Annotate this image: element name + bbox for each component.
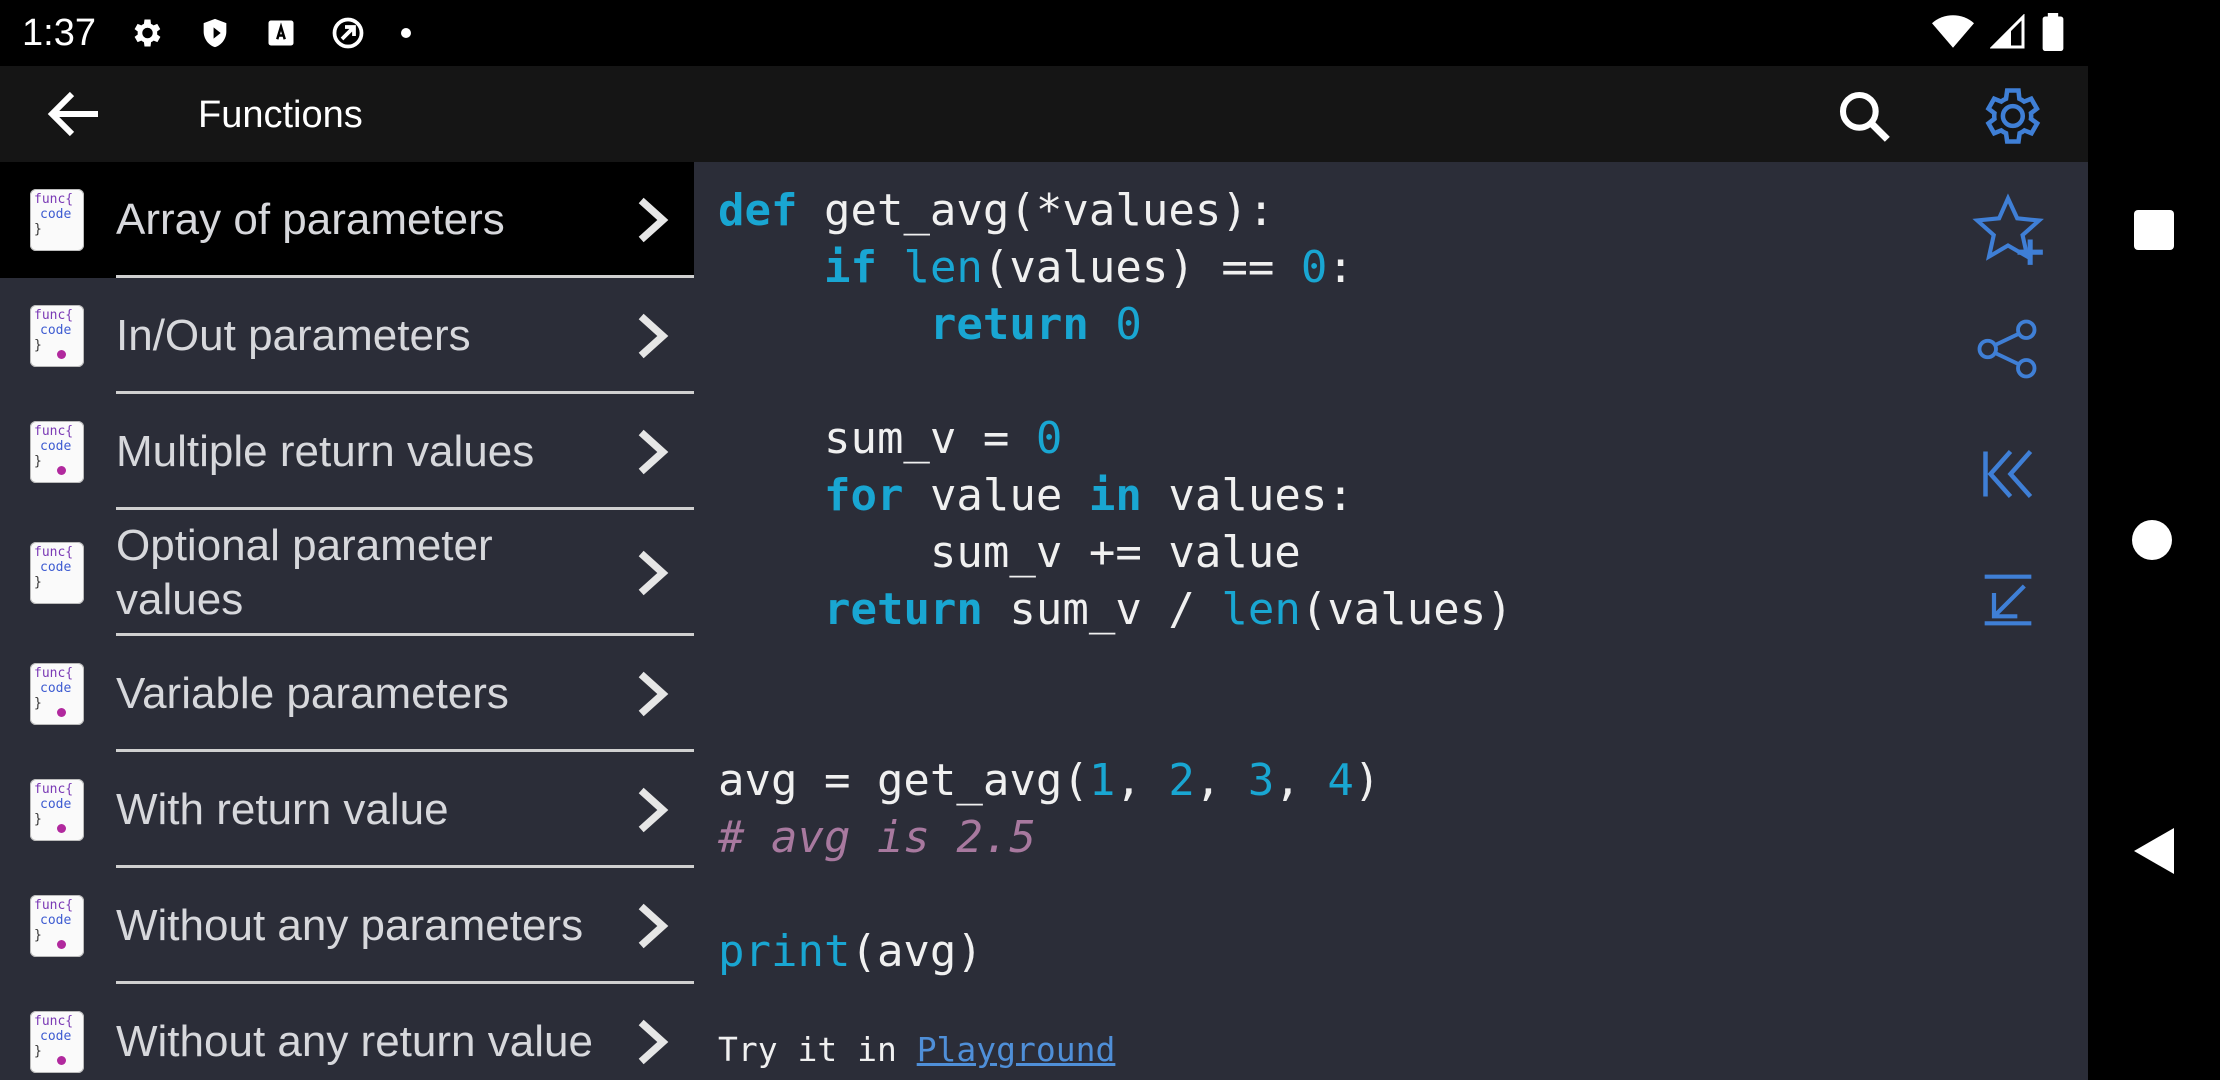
list-item-label: Without any return value — [116, 1017, 593, 1066]
app-bar: Functions — [0, 66, 2088, 162]
skip-to-start-icon[interactable] — [1978, 444, 2038, 504]
code-thumbnail-icon: func{ code } — [30, 779, 84, 841]
share-icon[interactable] — [1974, 316, 2040, 382]
recents-square-icon[interactable] — [2132, 208, 2176, 252]
list-item-label: In/Out parameters — [116, 311, 471, 360]
chevron-right-icon — [638, 787, 669, 833]
signal-icon — [1990, 14, 2025, 49]
system-navigation-bar — [2088, 0, 2220, 1080]
list-item-label: Array of parameters — [116, 195, 505, 244]
code-thumbnail-icon: func{ code } — [30, 895, 84, 957]
chevron-right-icon — [638, 671, 669, 717]
try-it-text: Try it in Playground — [718, 1030, 1116, 1069]
chevron-right-icon — [638, 197, 669, 243]
back-arrow-icon[interactable] — [46, 90, 102, 138]
topic-list: func{ code } Array of parameters func{ c… — [0, 162, 694, 1080]
list-item-label: Variable parameters — [116, 669, 509, 718]
add-favorite-star-icon[interactable] — [1970, 192, 2046, 268]
arrow-down-left-icon[interactable] — [1980, 572, 2036, 628]
chevron-right-icon — [638, 903, 669, 949]
list-item-label: With return value — [116, 785, 449, 834]
shield-status-icon — [203, 18, 227, 48]
code-thumbnail-icon: func{ code } — [30, 1011, 84, 1073]
home-circle-icon[interactable] — [2130, 518, 2174, 562]
list-item-without-any-return-value[interactable]: func{ code } Without any return value — [0, 984, 694, 1080]
list-item-label: Without any parameters — [116, 901, 584, 950]
search-icon[interactable] — [1836, 88, 1892, 144]
list-item-array-of-parameters[interactable]: func{ code } Array of parameters — [0, 162, 694, 278]
code-thumbnail-icon: func{ code } — [30, 189, 84, 251]
back-triangle-icon[interactable] — [2132, 826, 2176, 876]
chevron-right-icon — [638, 1019, 669, 1065]
gear-icon[interactable] — [1976, 82, 2044, 150]
page-title: Functions — [198, 94, 363, 136]
list-item-label: Multiple return values — [116, 427, 535, 476]
dot-status-icon — [400, 28, 411, 38]
gear-status-icon — [134, 19, 161, 47]
list-item-without-any-parameters[interactable]: func{ code } Without any parameters — [0, 868, 694, 984]
list-item-multiple-return-values[interactable]: func{ code } Multiple return values — [0, 394, 694, 510]
playground-link[interactable]: Playground — [917, 1030, 1116, 1069]
wifi-icon — [1932, 15, 1974, 48]
code-thumbnail-icon: func{ code } — [30, 305, 84, 367]
code-block: def get_avg(*values): if len(values) == … — [718, 185, 1513, 977]
code-thumbnail-icon: func{ code } — [30, 542, 84, 604]
list-item-variable-parameters[interactable]: func{ code } Variable parameters — [0, 636, 694, 752]
list-item-with-return-value[interactable]: func{ code } With return value — [0, 752, 694, 868]
list-item-label: Optional parameter values — [116, 521, 493, 624]
code-panel: def get_avg(*values): if len(values) == … — [694, 162, 2088, 1080]
font-status-icon — [268, 20, 294, 46]
status-bar: 1:37 — [0, 0, 2088, 66]
chevron-right-icon — [638, 550, 669, 596]
code-thumbnail-icon: func{ code } — [30, 663, 84, 725]
code-thumbnail-icon: func{ code } — [30, 421, 84, 483]
status-time: 1:37 — [22, 11, 96, 54]
list-item-optional-parameter-values[interactable]: func{ code } Optional parameter values — [0, 510, 694, 636]
sync-status-icon — [332, 17, 364, 49]
list-item-in-out-parameters[interactable]: func{ code } In/Out parameters — [0, 278, 694, 394]
battery-icon — [2042, 13, 2064, 51]
chevron-right-icon — [638, 429, 669, 475]
chevron-right-icon — [638, 313, 669, 359]
